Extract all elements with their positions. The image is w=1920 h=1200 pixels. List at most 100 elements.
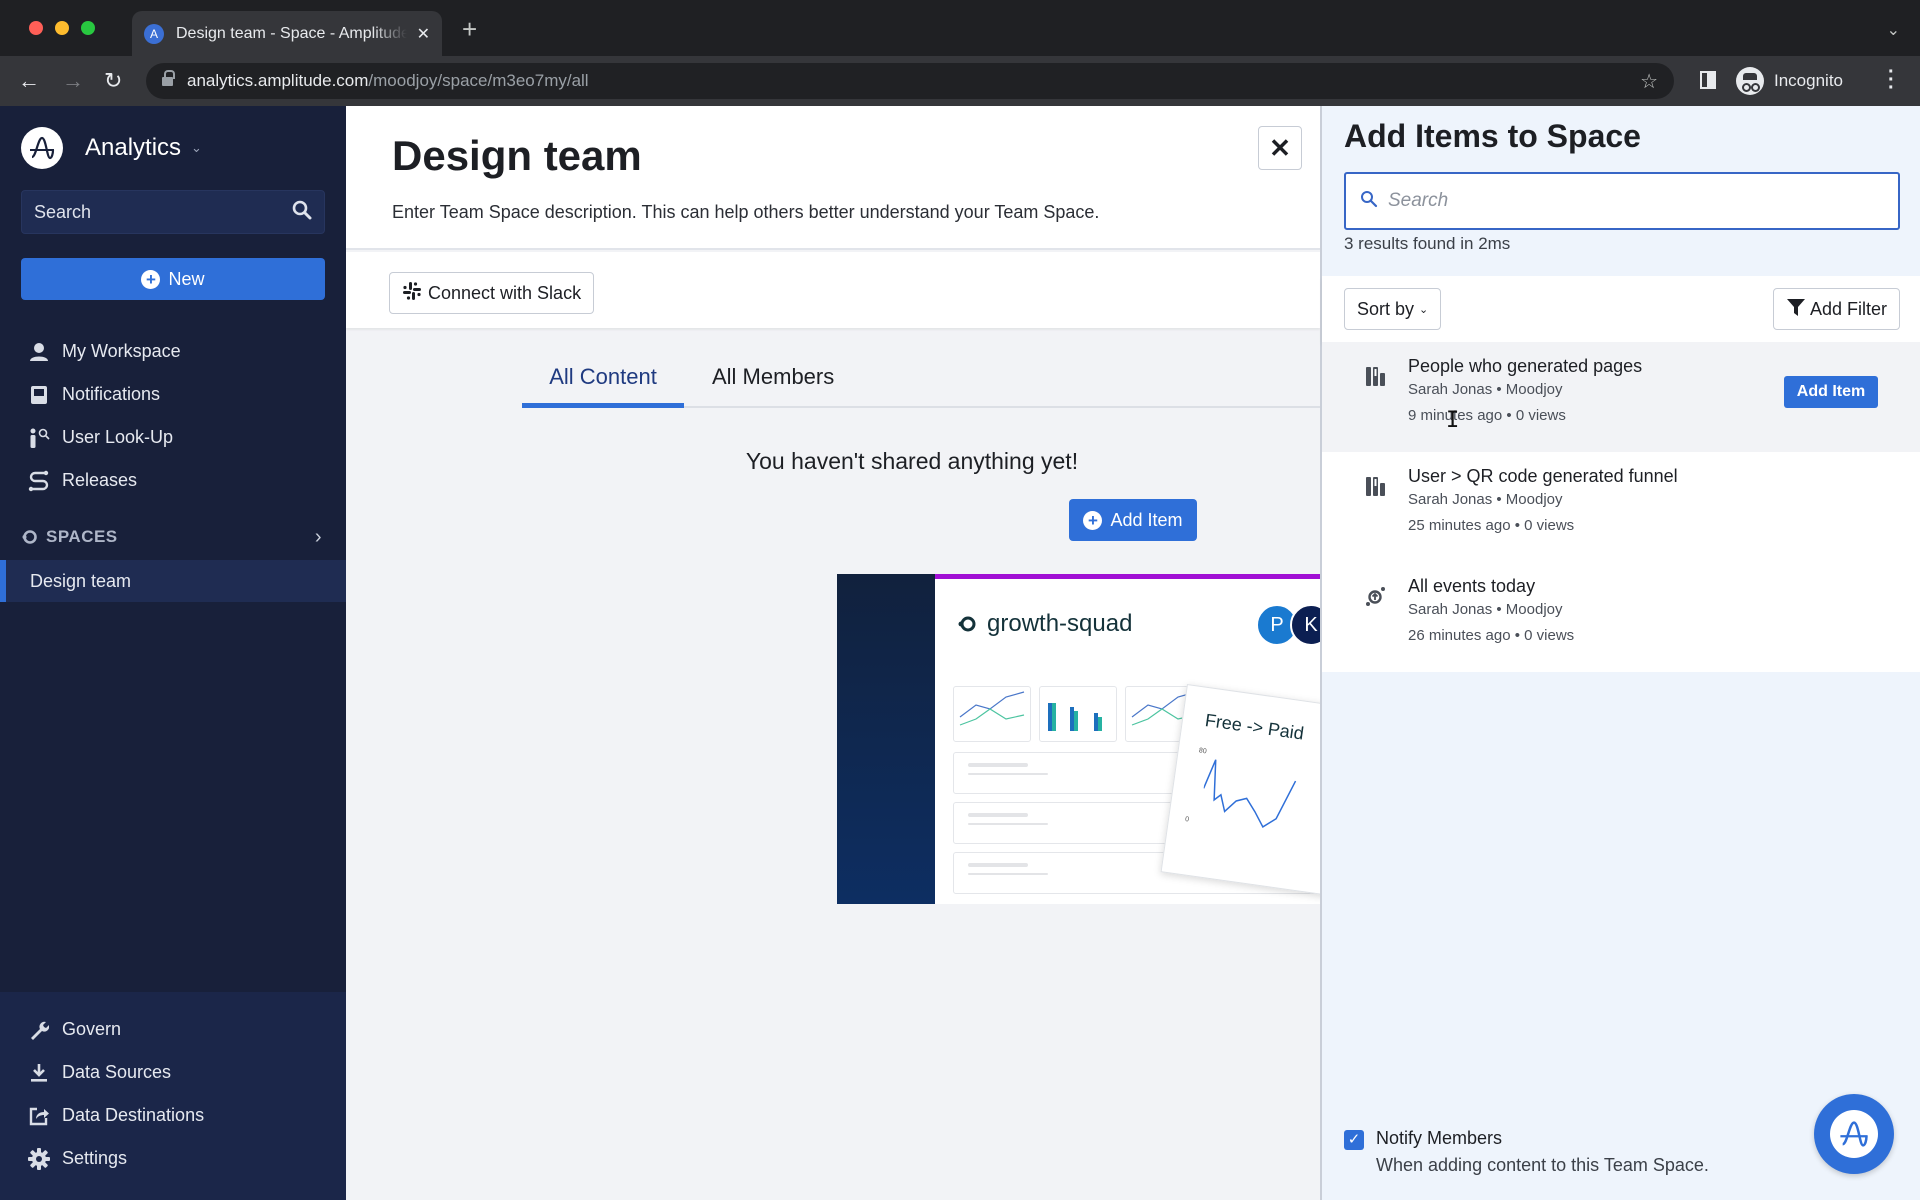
browser-menu-icon[interactable]: · · · <box>1888 62 1895 98</box>
incognito-label: Incognito <box>1774 71 1843 90</box>
add-filter-button[interactable]: Add Filter <box>1772 288 1900 330</box>
reload-button[interactable]: ↻ <box>104 67 122 95</box>
side-panel-icon[interactable] <box>1700 71 1716 89</box>
connect-slack-label: Connect with Slack <box>428 282 582 303</box>
sidebar-item-label: Notifications <box>62 384 161 404</box>
spaces-section-header[interactable]: SPACES › <box>22 524 322 550</box>
new-button[interactable]: + New <box>21 258 325 300</box>
chevron-right-icon[interactable]: › <box>315 526 322 549</box>
illustration-axis-label: 80 <box>1198 747 1208 756</box>
sidebar-item-my-workspace[interactable]: My Workspace <box>28 330 181 373</box>
add-item-button[interactable]: + Add Item <box>1069 499 1197 541</box>
result-title: User > QR code generated funnel <box>1408 466 1678 486</box>
user-icon <box>28 341 50 363</box>
sidebar-item-user-lookup[interactable]: User Look-Up <box>28 416 181 459</box>
new-tab-button[interactable]: + <box>462 16 477 42</box>
forward-button[interactable]: → <box>62 67 84 95</box>
sidebar-space-design-team[interactable]: Design team <box>0 560 346 602</box>
illustration-line <box>968 863 1028 867</box>
illustration-accent-bar <box>935 574 1320 579</box>
sidebar-item-label: Data Destinations <box>62 1105 205 1125</box>
app-switcher[interactable]: Analytics ⌄ <box>21 127 202 169</box>
panel-toolbar: Sort by ⌄ Add Filter <box>1322 276 1920 342</box>
spaces-header-label: SPACES <box>46 527 118 546</box>
sidebar-item-govern[interactable]: Govern <box>28 1008 204 1051</box>
gear-icon <box>28 1147 50 1170</box>
back-button[interactable]: ← <box>18 67 40 95</box>
tab-all-members[interactable]: All Members <box>712 364 834 390</box>
app-name: Analytics <box>85 134 182 161</box>
illustration-chart-card <box>1039 686 1117 742</box>
empty-state-message: You haven't shared anything yet! <box>745 448 1079 474</box>
notify-members-label: Notify Members <box>1376 1128 1503 1148</box>
tab-title: Design team - Space - Amplitude <box>176 24 407 42</box>
tab-close-icon[interactable]: ✕ <box>417 24 430 44</box>
browser-tab[interactable]: A Design team - Space - Amplitude ✕ <box>132 11 442 56</box>
inbox-icon <box>28 384 50 406</box>
tab-all-content[interactable]: All Content <box>522 364 684 408</box>
filter-icon <box>1786 297 1806 322</box>
sidebar-bottom-nav: Govern Data Sources Data Destinations Se… <box>28 1008 204 1180</box>
chevron-down-icon: ⌄ <box>191 140 202 155</box>
result-owner: Sarah Jonas • Moodjoy <box>1408 491 1563 508</box>
releases-icon <box>28 470 50 492</box>
space-header: Design team Enter Team Space description… <box>346 106 1320 250</box>
search-icon <box>1360 190 1378 213</box>
result-meta: 26 minutes ago • 0 views <box>1408 627 1575 644</box>
share-icon <box>28 1105 50 1127</box>
panel-search-field[interactable] <box>1344 172 1900 230</box>
close-button[interactable]: ✕ <box>1258 126 1302 170</box>
plus-circle-icon: + <box>1083 510 1103 530</box>
url-path: /moodjoy/space/m3eo7my/all <box>368 71 589 90</box>
result-item[interactable]: User > QR code generated funnel Sarah Jo… <box>1322 452 1920 562</box>
illustration-line <box>968 813 1028 817</box>
sidebar: Analytics ⌄ Search + New My Workspace No… <box>0 106 346 1200</box>
slack-icon <box>402 281 422 306</box>
result-title: All events today <box>1408 576 1536 596</box>
chevron-down-icon: ⌄ <box>1419 303 1429 316</box>
amplitude-help-button[interactable] <box>1814 1094 1894 1174</box>
browser-toolbar: ← → ↻ analytics.amplitude.com/moodjoy/sp… <box>0 56 1920 106</box>
result-add-item-button[interactable]: Add Item <box>1784 376 1878 408</box>
connect-slack-button[interactable]: Connect with Slack <box>389 272 595 314</box>
url-host: analytics.amplitude.com <box>187 71 369 90</box>
space-description[interactable]: Enter Team Space description. This can h… <box>392 202 1099 223</box>
space-main: Design team Enter Team Space description… <box>346 106 1320 1200</box>
address-bar[interactable]: analytics.amplitude.com/moodjoy/space/m3… <box>146 63 1674 99</box>
sidebar-item-settings[interactable]: Settings <box>28 1137 204 1180</box>
window-zoom-button[interactable] <box>81 21 95 35</box>
panel-search-input[interactable] <box>1388 190 1868 212</box>
sidebar-search-input[interactable]: Search <box>21 190 325 234</box>
sort-by-dropdown[interactable]: Sort by ⌄ <box>1344 288 1442 330</box>
tab-search-chevron-icon[interactable]: ⌄ <box>1887 20 1900 40</box>
sidebar-item-releases[interactable]: Releases <box>28 459 181 502</box>
page-title[interactable]: Design team <box>392 132 642 180</box>
bookmark-star-icon[interactable]: ☆ <box>1640 69 1658 94</box>
sidebar-item-label: My Workspace <box>62 341 181 361</box>
wrench-icon <box>28 1019 50 1041</box>
illustration-line <box>968 873 1048 875</box>
result-owner: Sarah Jonas • Moodjoy <box>1408 381 1563 398</box>
amplitude-logo-icon <box>1830 1110 1878 1158</box>
sort-by-label: Sort by <box>1357 298 1415 319</box>
text-cursor-icon: I <box>1446 408 1460 433</box>
results-count: 3 results found in 2ms <box>1344 234 1511 253</box>
event-segmentation-icon <box>1364 584 1388 608</box>
amplitude-logo-icon <box>21 127 63 169</box>
chart-bars-icon <box>1364 364 1388 388</box>
sidebar-item-notifications[interactable]: Notifications <box>28 373 181 416</box>
notify-members-checkbox[interactable]: ✓ <box>1344 1130 1364 1150</box>
illustration-chart-card <box>953 686 1031 742</box>
empty-state-illustration: growth-squad P K Free -> Paid 80 0 <box>837 574 1320 904</box>
new-button-label: New <box>168 268 205 289</box>
illustration-line-chart <box>1202 759 1297 829</box>
result-item[interactable]: All events today Sarah Jonas • Moodjoy 2… <box>1322 562 1920 672</box>
sidebar-item-data-sources[interactable]: Data Sources <box>28 1051 204 1094</box>
incognito-profile-button[interactable]: Incognito <box>1736 64 1843 98</box>
window-close-button[interactable] <box>29 21 43 35</box>
download-icon <box>28 1062 50 1084</box>
illustration-line-chart <box>959 691 1025 726</box>
window-minimize-button[interactable] <box>55 21 69 35</box>
sidebar-item-data-destinations[interactable]: Data Destinations <box>28 1094 204 1137</box>
result-item[interactable]: People who generated pages Sarah Jonas •… <box>1322 342 1920 452</box>
